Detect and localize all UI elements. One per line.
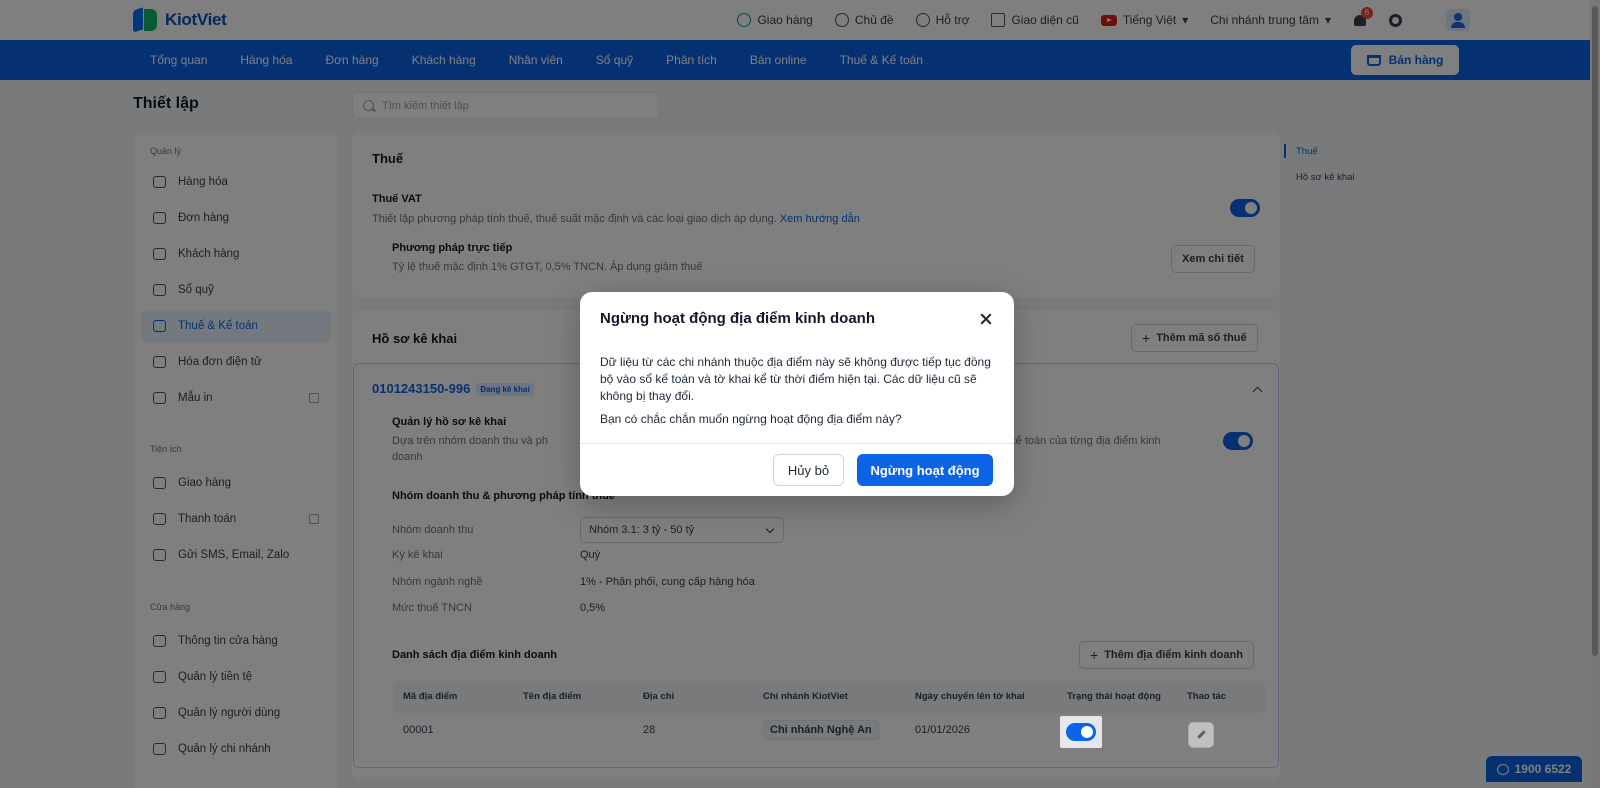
dialog-title: Ngừng hoạt động địa điểm kinh doanh bbox=[600, 310, 876, 327]
cancel-button[interactable]: Hủy bỏ bbox=[773, 454, 844, 486]
dialog-divider bbox=[580, 443, 1014, 444]
dialog-question: Bạn có chắc chắn muốn ngừng hoạt động đị… bbox=[600, 412, 902, 426]
deactivate-location-dialog: Ngừng hoạt động địa điểm kinh doanh Dữ l… bbox=[580, 292, 1014, 496]
close-icon[interactable] bbox=[977, 310, 995, 328]
location-status-toggle[interactable] bbox=[1066, 723, 1096, 741]
deactivate-button[interactable]: Ngừng hoạt động bbox=[857, 454, 993, 486]
edit-location-button[interactable] bbox=[1188, 722, 1214, 748]
dialog-message: Dữ liệu từ các chi nhánh thuộc địa điểm … bbox=[600, 355, 991, 403]
